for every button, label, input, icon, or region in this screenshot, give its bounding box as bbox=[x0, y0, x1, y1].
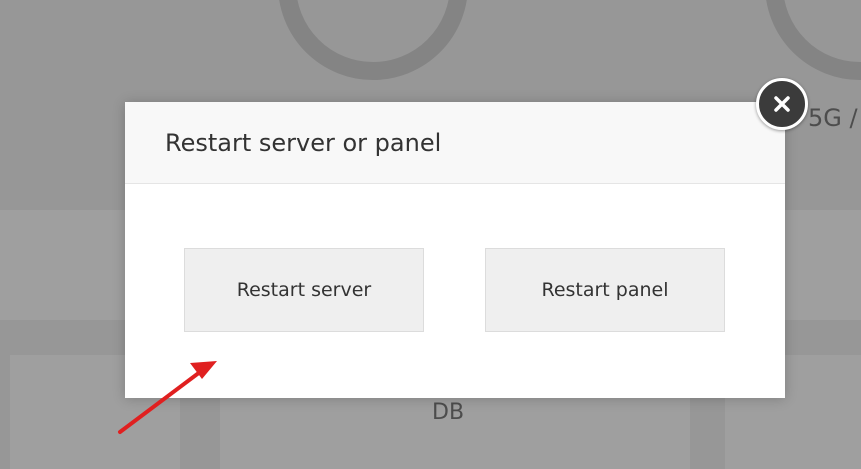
annotation-arrow bbox=[118, 361, 217, 434]
annotation-arrow-shaft bbox=[118, 370, 202, 434]
